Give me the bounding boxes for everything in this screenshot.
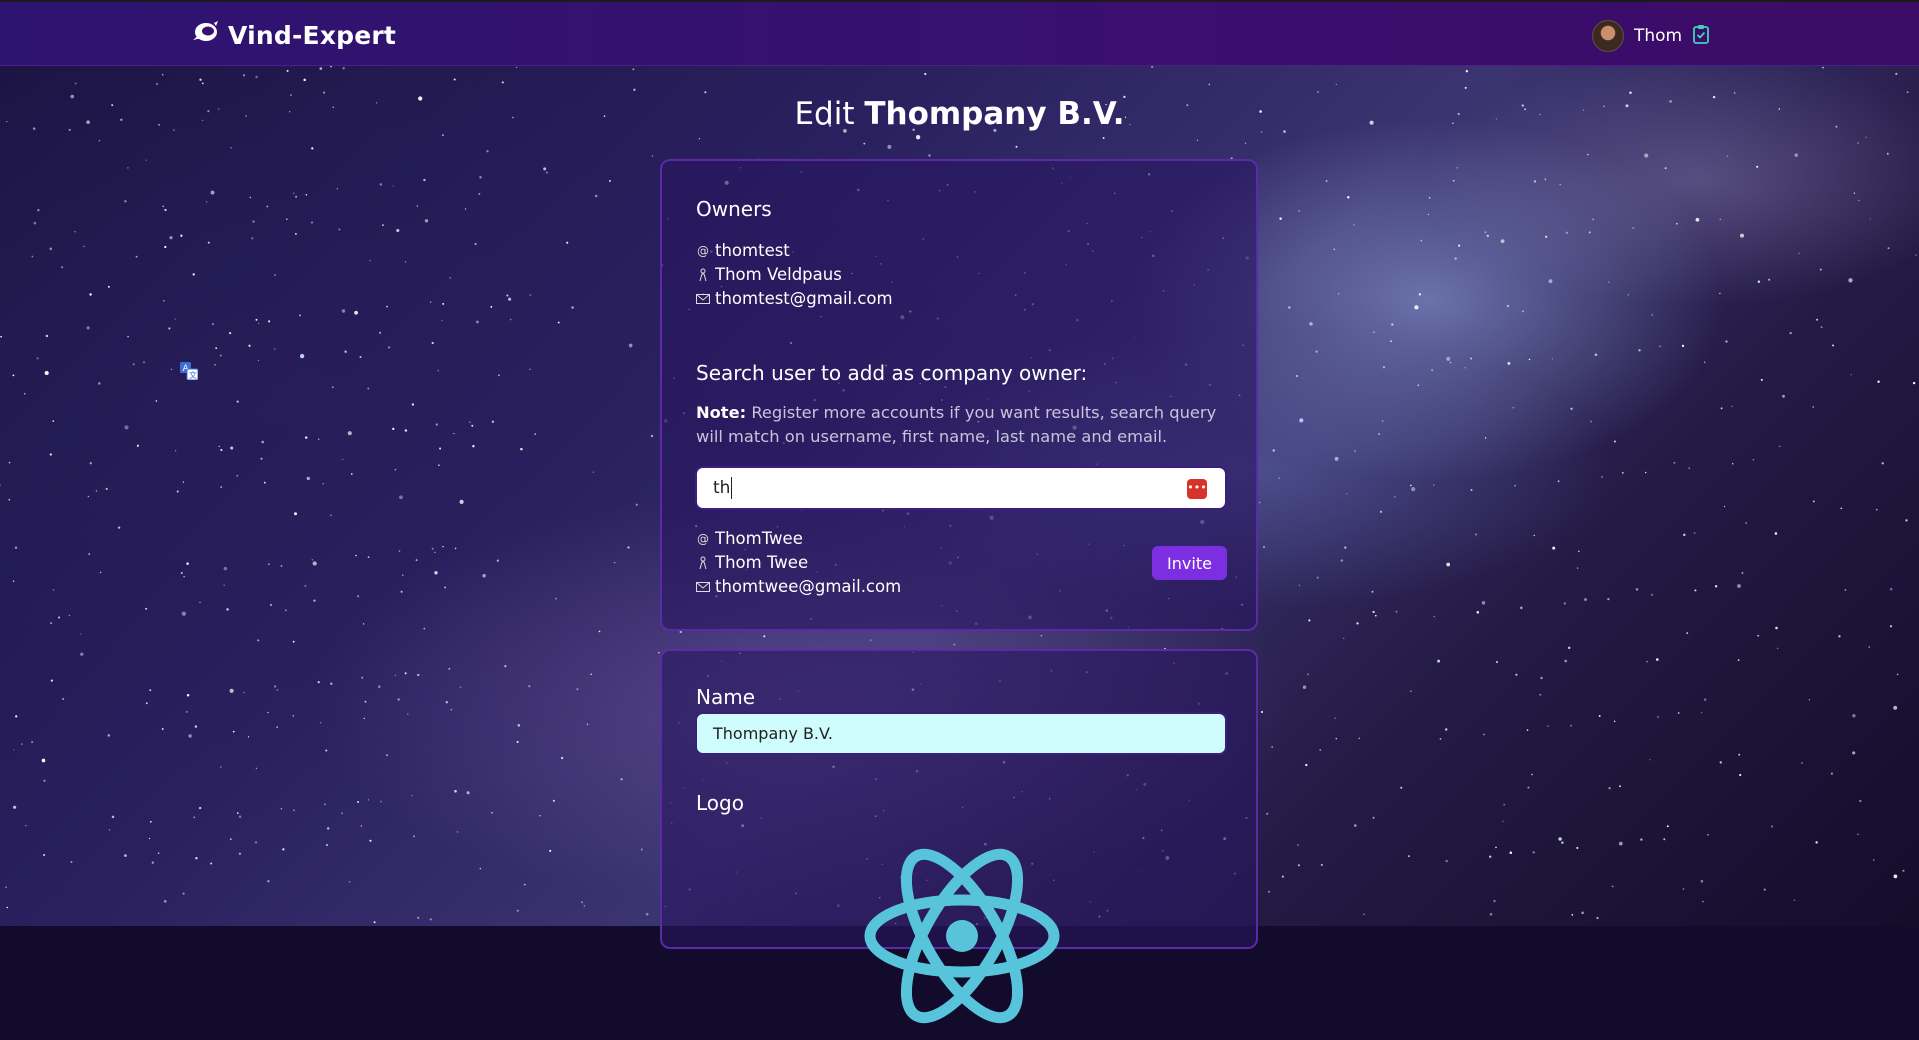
user-name[interactable]: Thom [1634,26,1682,46]
owner-name: Thom Veldpaus [696,265,842,284]
owners-card: Owners @ thomtest Thom Veldpaus thomtest… [660,159,1258,631]
search-input-value[interactable]: th [713,478,730,498]
mail-icon [696,293,710,304]
owner-email: thomtest@gmail.com [696,289,893,308]
person-icon [696,556,710,570]
astronaut-icon [190,20,220,50]
company-name-value[interactable]: Thompany B.V. [713,724,833,743]
svg-text:文: 文 [189,370,197,380]
text-caret [731,477,732,499]
name-label: Name [696,685,756,709]
result-email: thomtwee@gmail.com [696,577,901,596]
at-icon: @ [697,531,709,546]
owner-username: @ thomtest [696,241,790,260]
user-menu[interactable]: Thom [1592,20,1710,52]
translate-icon[interactable]: A 文 [180,362,199,384]
company-name-input[interactable]: Thompany B.V. [695,712,1227,755]
password-manager-icon[interactable]: ••• [1187,479,1207,499]
note-label: Note: [696,403,747,422]
avatar[interactable] [1592,20,1624,52]
person-icon [696,268,710,282]
search-input[interactable]: th ••• [695,466,1227,510]
owner-name-text: Thom Veldpaus [715,265,842,284]
company-details-card: Name Thompany B.V. Logo [660,649,1258,1024]
react-logo-icon[interactable] [862,836,1062,1040]
note-text: Register more accounts if you want resul… [696,403,1217,446]
result-name: Thom Twee [696,553,808,572]
title-company: Thompany B.V. [864,96,1125,132]
owner-username-text: thomtest [715,241,790,260]
invite-button[interactable]: Invite [1152,546,1227,580]
clipboard-check-icon[interactable] [1692,24,1710,48]
owners-heading: Owners [696,197,772,221]
logo-label: Logo [696,791,744,815]
top-navigation-bar: Vind-Expert Thom [0,0,1919,66]
brand-link[interactable]: Vind-Expert [190,20,396,50]
search-heading: Search user to add as company owner: [696,361,1088,385]
search-note: Note: Register more accounts if you want… [696,401,1226,449]
title-prefix: Edit [794,96,855,132]
mail-icon [696,581,710,592]
result-username: @ ThomTwee [696,529,803,548]
page-title: Edit Thompany B.V. [0,96,1919,132]
result-name-text: Thom Twee [715,553,809,572]
result-username-text: ThomTwee [715,529,803,548]
brand-name: Vind-Expert [228,20,397,50]
owner-email-text: thomtest@gmail.com [715,289,893,308]
at-icon: @ [697,243,709,258]
result-email-text: thomtwee@gmail.com [715,577,902,596]
